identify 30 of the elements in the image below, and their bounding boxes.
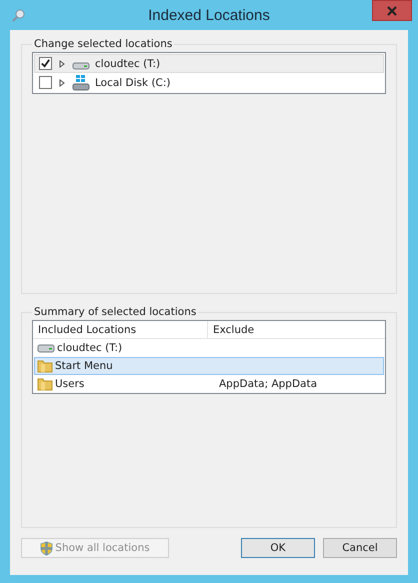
tree-item[interactable]: cloudtec (T:) bbox=[34, 54, 384, 73]
location-text: cloudtec (T:) bbox=[57, 342, 122, 354]
location-text: Users bbox=[55, 378, 84, 390]
shield-icon bbox=[40, 540, 54, 556]
checkbox[interactable] bbox=[39, 57, 52, 70]
expand-arrow-icon[interactable] bbox=[59, 78, 65, 86]
list-row[interactable]: cloudtec (T:) bbox=[34, 339, 384, 357]
search-icon bbox=[12, 8, 26, 22]
dialog-button[interactable]: OK bbox=[241, 538, 315, 558]
group-title: Summary of selected locations bbox=[33, 306, 198, 318]
dialog-button[interactable]: Cancel bbox=[323, 538, 397, 558]
tree-item-label: cloudtec (T:) bbox=[95, 58, 160, 70]
exclude-text: AppData; AppData bbox=[219, 378, 318, 390]
location-text: Start Menu bbox=[55, 360, 113, 372]
folder-icon bbox=[37, 377, 53, 391]
drive-icon bbox=[72, 74, 90, 90]
column-header[interactable]: Included Locations bbox=[33, 321, 208, 338]
checkbox[interactable] bbox=[39, 76, 52, 89]
tree-item[interactable]: Local Disk (C:) bbox=[34, 73, 384, 92]
group-title: Change selected locations bbox=[33, 38, 174, 50]
close-icon bbox=[387, 6, 397, 16]
folder-icon bbox=[37, 359, 53, 373]
window-title: Indexed Locations bbox=[148, 6, 270, 24]
close-button[interactable] bbox=[372, 0, 412, 21]
drive-icon bbox=[37, 343, 55, 353]
tree-item-label: Local Disk (C:) bbox=[95, 76, 171, 88]
list-row[interactable]: Users AppData; AppData bbox=[34, 375, 384, 393]
column-header[interactable]: Exclude bbox=[208, 321, 385, 338]
expand-arrow-icon[interactable] bbox=[59, 60, 65, 68]
list-row[interactable]: Start Menu bbox=[34, 357, 384, 375]
